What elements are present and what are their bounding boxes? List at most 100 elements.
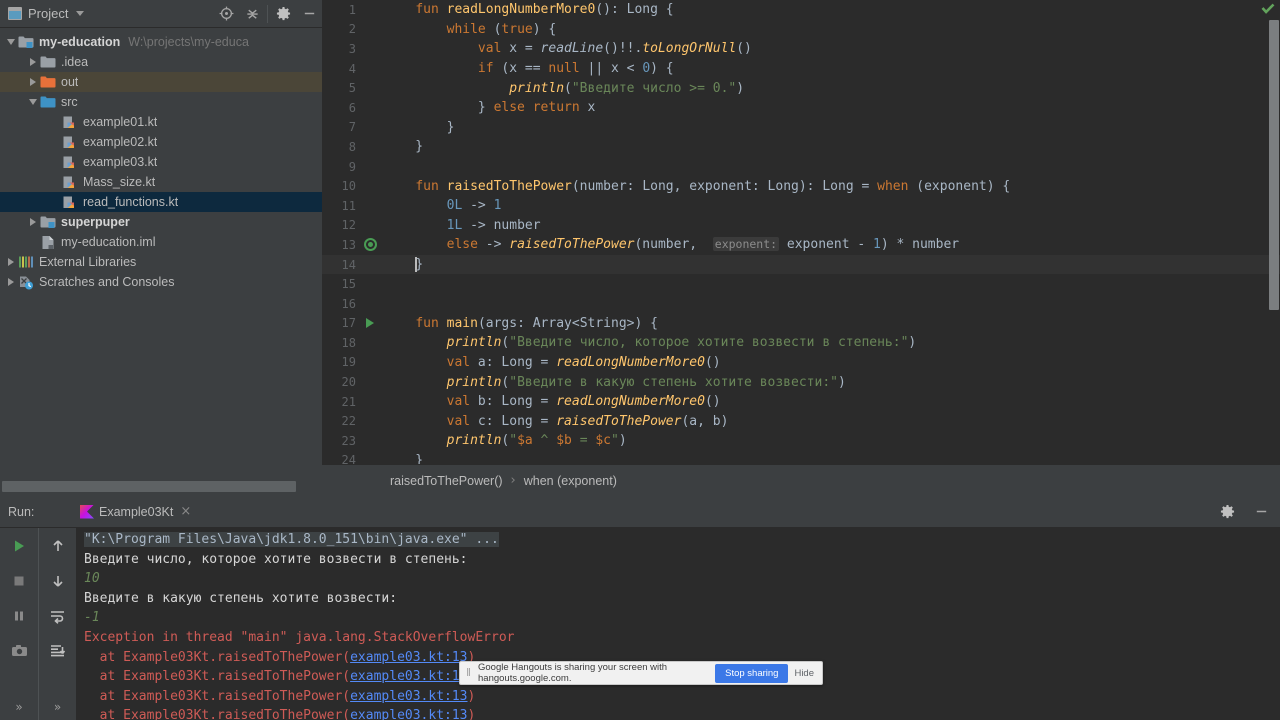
- code-line[interactable]: 24 }: [322, 451, 1280, 464]
- recursion-icon[interactable]: [360, 238, 380, 252]
- code-token: readLongNumberMore0: [446, 2, 596, 18]
- close-icon[interactable]: ×: [180, 504, 191, 519]
- tree-item-src[interactable]: src: [0, 92, 322, 112]
- stack-frame-link[interactable]: example03.kt:13: [350, 650, 467, 665]
- drag-handle-icon[interactable]: ‖: [460, 667, 476, 679]
- code-text: }: [380, 257, 423, 273]
- line-number: 3: [348, 41, 356, 56]
- code-line[interactable]: 7 }: [322, 118, 1280, 138]
- code-line[interactable]: 13 else -> raisedToThePower(number, expo…: [322, 235, 1280, 255]
- code-line[interactable]: 8 }: [322, 137, 1280, 157]
- collapse-all-icon[interactable]: [239, 1, 265, 27]
- code-text: val a: Long = readLongNumberMore0(): [380, 355, 721, 370]
- ide-window: Project my-education W:\projects\my-educ…: [0, 0, 1280, 720]
- code-line[interactable]: 15: [322, 274, 1280, 294]
- chevron-down-icon[interactable]: [26, 99, 39, 105]
- code-line[interactable]: 20 println("Введите в какую степень хоти…: [322, 372, 1280, 392]
- tree-item-example03-kt[interactable]: example03.kt: [0, 152, 322, 172]
- chevron-right-icon[interactable]: [26, 218, 39, 226]
- stack-frame-link[interactable]: example03.kt:13: [350, 669, 467, 684]
- code-line[interactable]: 21 val b: Long = readLongNumberMore0(): [322, 392, 1280, 412]
- chevron-down-icon[interactable]: [76, 11, 85, 16]
- code-line[interactable]: 3 val x = readLine()!!.toLongOrNull(): [322, 39, 1280, 59]
- breadcrumb-item-0[interactable]: raisedToThePower(): [390, 474, 503, 488]
- editor-vertical-scrollbar[interactable]: [1269, 20, 1279, 310]
- editor-code-lines[interactable]: 1 fun readLongNumberMore0(): Long {2 whi…: [322, 0, 1280, 464]
- code-line[interactable]: 12 1L -> number: [322, 216, 1280, 236]
- up-arrow-icon[interactable]: [46, 534, 70, 558]
- chevron-down-icon[interactable]: [4, 39, 17, 45]
- chevron-right-icon[interactable]: [4, 278, 17, 286]
- libraries-icon: [17, 254, 34, 270]
- tree-item-read-functions-kt[interactable]: read_functions.kt: [0, 192, 322, 212]
- code-token: "Введите число >= 0.": [571, 80, 737, 96]
- code-line[interactable]: 14 }: [322, 254, 1280, 275]
- code-text: }: [380, 453, 423, 464]
- locate-icon[interactable]: [213, 1, 239, 27]
- line-number: 14: [341, 257, 356, 272]
- console-output[interactable]: "K:\Program Files\Java\jdk1.8.0_151\bin\…: [76, 528, 1280, 720]
- code-line[interactable]: 11 0L -> 1: [322, 196, 1280, 216]
- expand-chevrons-1[interactable]: »: [15, 700, 22, 714]
- run-icon[interactable]: [360, 318, 380, 329]
- run-tab[interactable]: Example03Kt ×: [74, 496, 197, 528]
- code-line[interactable]: 17 fun main(args: Array<String>) {: [322, 314, 1280, 334]
- project-horizontal-scrollbar[interactable]: [2, 481, 296, 492]
- code-line[interactable]: 22 val c: Long = raisedToThePower(a, b): [322, 411, 1280, 431]
- code-line[interactable]: 1 fun readLongNumberMore0(): Long {: [322, 0, 1280, 20]
- scroll-to-end-icon[interactable]: [46, 639, 70, 663]
- code-line[interactable]: 23 println("$a ^ $b = $c"): [322, 431, 1280, 451]
- code-token: readLine: [540, 41, 604, 57]
- tree-item-example01-kt[interactable]: example01.kt: [0, 112, 322, 132]
- code-line[interactable]: 16: [322, 294, 1280, 314]
- tree-item-my-education[interactable]: my-education W:\projects\my-educa: [0, 32, 322, 52]
- stop-icon[interactable]: [7, 569, 31, 593]
- tree-item-example02-kt[interactable]: example02.kt: [0, 132, 322, 152]
- down-arrow-icon[interactable]: [46, 569, 70, 593]
- code-line[interactable]: 6 } else return x: [322, 98, 1280, 118]
- tree-item-out[interactable]: out: [0, 72, 322, 92]
- breadcrumb-item-1[interactable]: when (exponent): [524, 474, 617, 488]
- camera-icon[interactable]: [7, 639, 31, 663]
- minimize-icon[interactable]: [296, 1, 322, 27]
- tree-item-mass-size-kt[interactable]: Mass_size.kt: [0, 172, 322, 192]
- tree-item-my-education-iml[interactable]: my-education.iml: [0, 232, 322, 252]
- run-toolbar-column-2: »: [38, 528, 76, 720]
- gear-icon[interactable]: [1214, 499, 1240, 525]
- tree-item-scratches-and-consoles[interactable]: Scratches and Consoles: [0, 272, 322, 292]
- expand-chevrons-2[interactable]: »: [54, 700, 61, 714]
- code-line[interactable]: 19 val a: Long = readLongNumberMore0(): [322, 353, 1280, 373]
- chevron-right-icon[interactable]: [4, 258, 17, 266]
- gear-icon[interactable]: [270, 1, 296, 27]
- chevron-right-icon[interactable]: [26, 78, 39, 86]
- line-number: 12: [341, 218, 356, 233]
- code-token: b:: [470, 394, 502, 410]
- minimize-icon[interactable]: [1248, 499, 1274, 525]
- code-line[interactable]: 4 if (x == null || x < 0) {: [322, 59, 1280, 79]
- tree-item-superpuper[interactable]: superpuper: [0, 212, 322, 232]
- stop-sharing-button[interactable]: Stop sharing: [715, 663, 789, 683]
- code-line[interactable]: 5 println("Введите число >= 0."): [322, 78, 1280, 98]
- chevron-right-icon[interactable]: [26, 58, 39, 66]
- stack-frame-link[interactable]: example03.kt:13: [350, 689, 467, 704]
- code-line[interactable]: 10 fun raisedToThePower(number: Long, ex…: [322, 176, 1280, 196]
- code-line[interactable]: 18 println("Введите число, которое хотит…: [322, 333, 1280, 353]
- kotlin-file-icon: [61, 134, 78, 150]
- rerun-icon[interactable]: [7, 534, 31, 558]
- tree-item-external-libraries[interactable]: External Libraries: [0, 252, 322, 272]
- soft-wrap-icon[interactable]: [46, 604, 70, 628]
- code-token: ->: [477, 237, 510, 253]
- ok-check-icon[interactable]: [1260, 2, 1276, 16]
- pause-icon[interactable]: [7, 604, 31, 628]
- hide-button[interactable]: Hide: [794, 668, 814, 679]
- project-title-group[interactable]: Project: [8, 6, 85, 21]
- code-text: while (true) {: [380, 22, 557, 37]
- sharing-message: Google Hangouts is sharing your screen w…: [478, 662, 668, 684]
- tree-item--idea[interactable]: .idea: [0, 52, 322, 72]
- code-line[interactable]: 2 while (true) {: [322, 20, 1280, 40]
- stack-frame-link[interactable]: example03.kt:13: [350, 708, 467, 720]
- project-file-tree[interactable]: my-education W:\projects\my-educa .idea out…: [0, 28, 322, 474]
- code-line[interactable]: 9: [322, 157, 1280, 177]
